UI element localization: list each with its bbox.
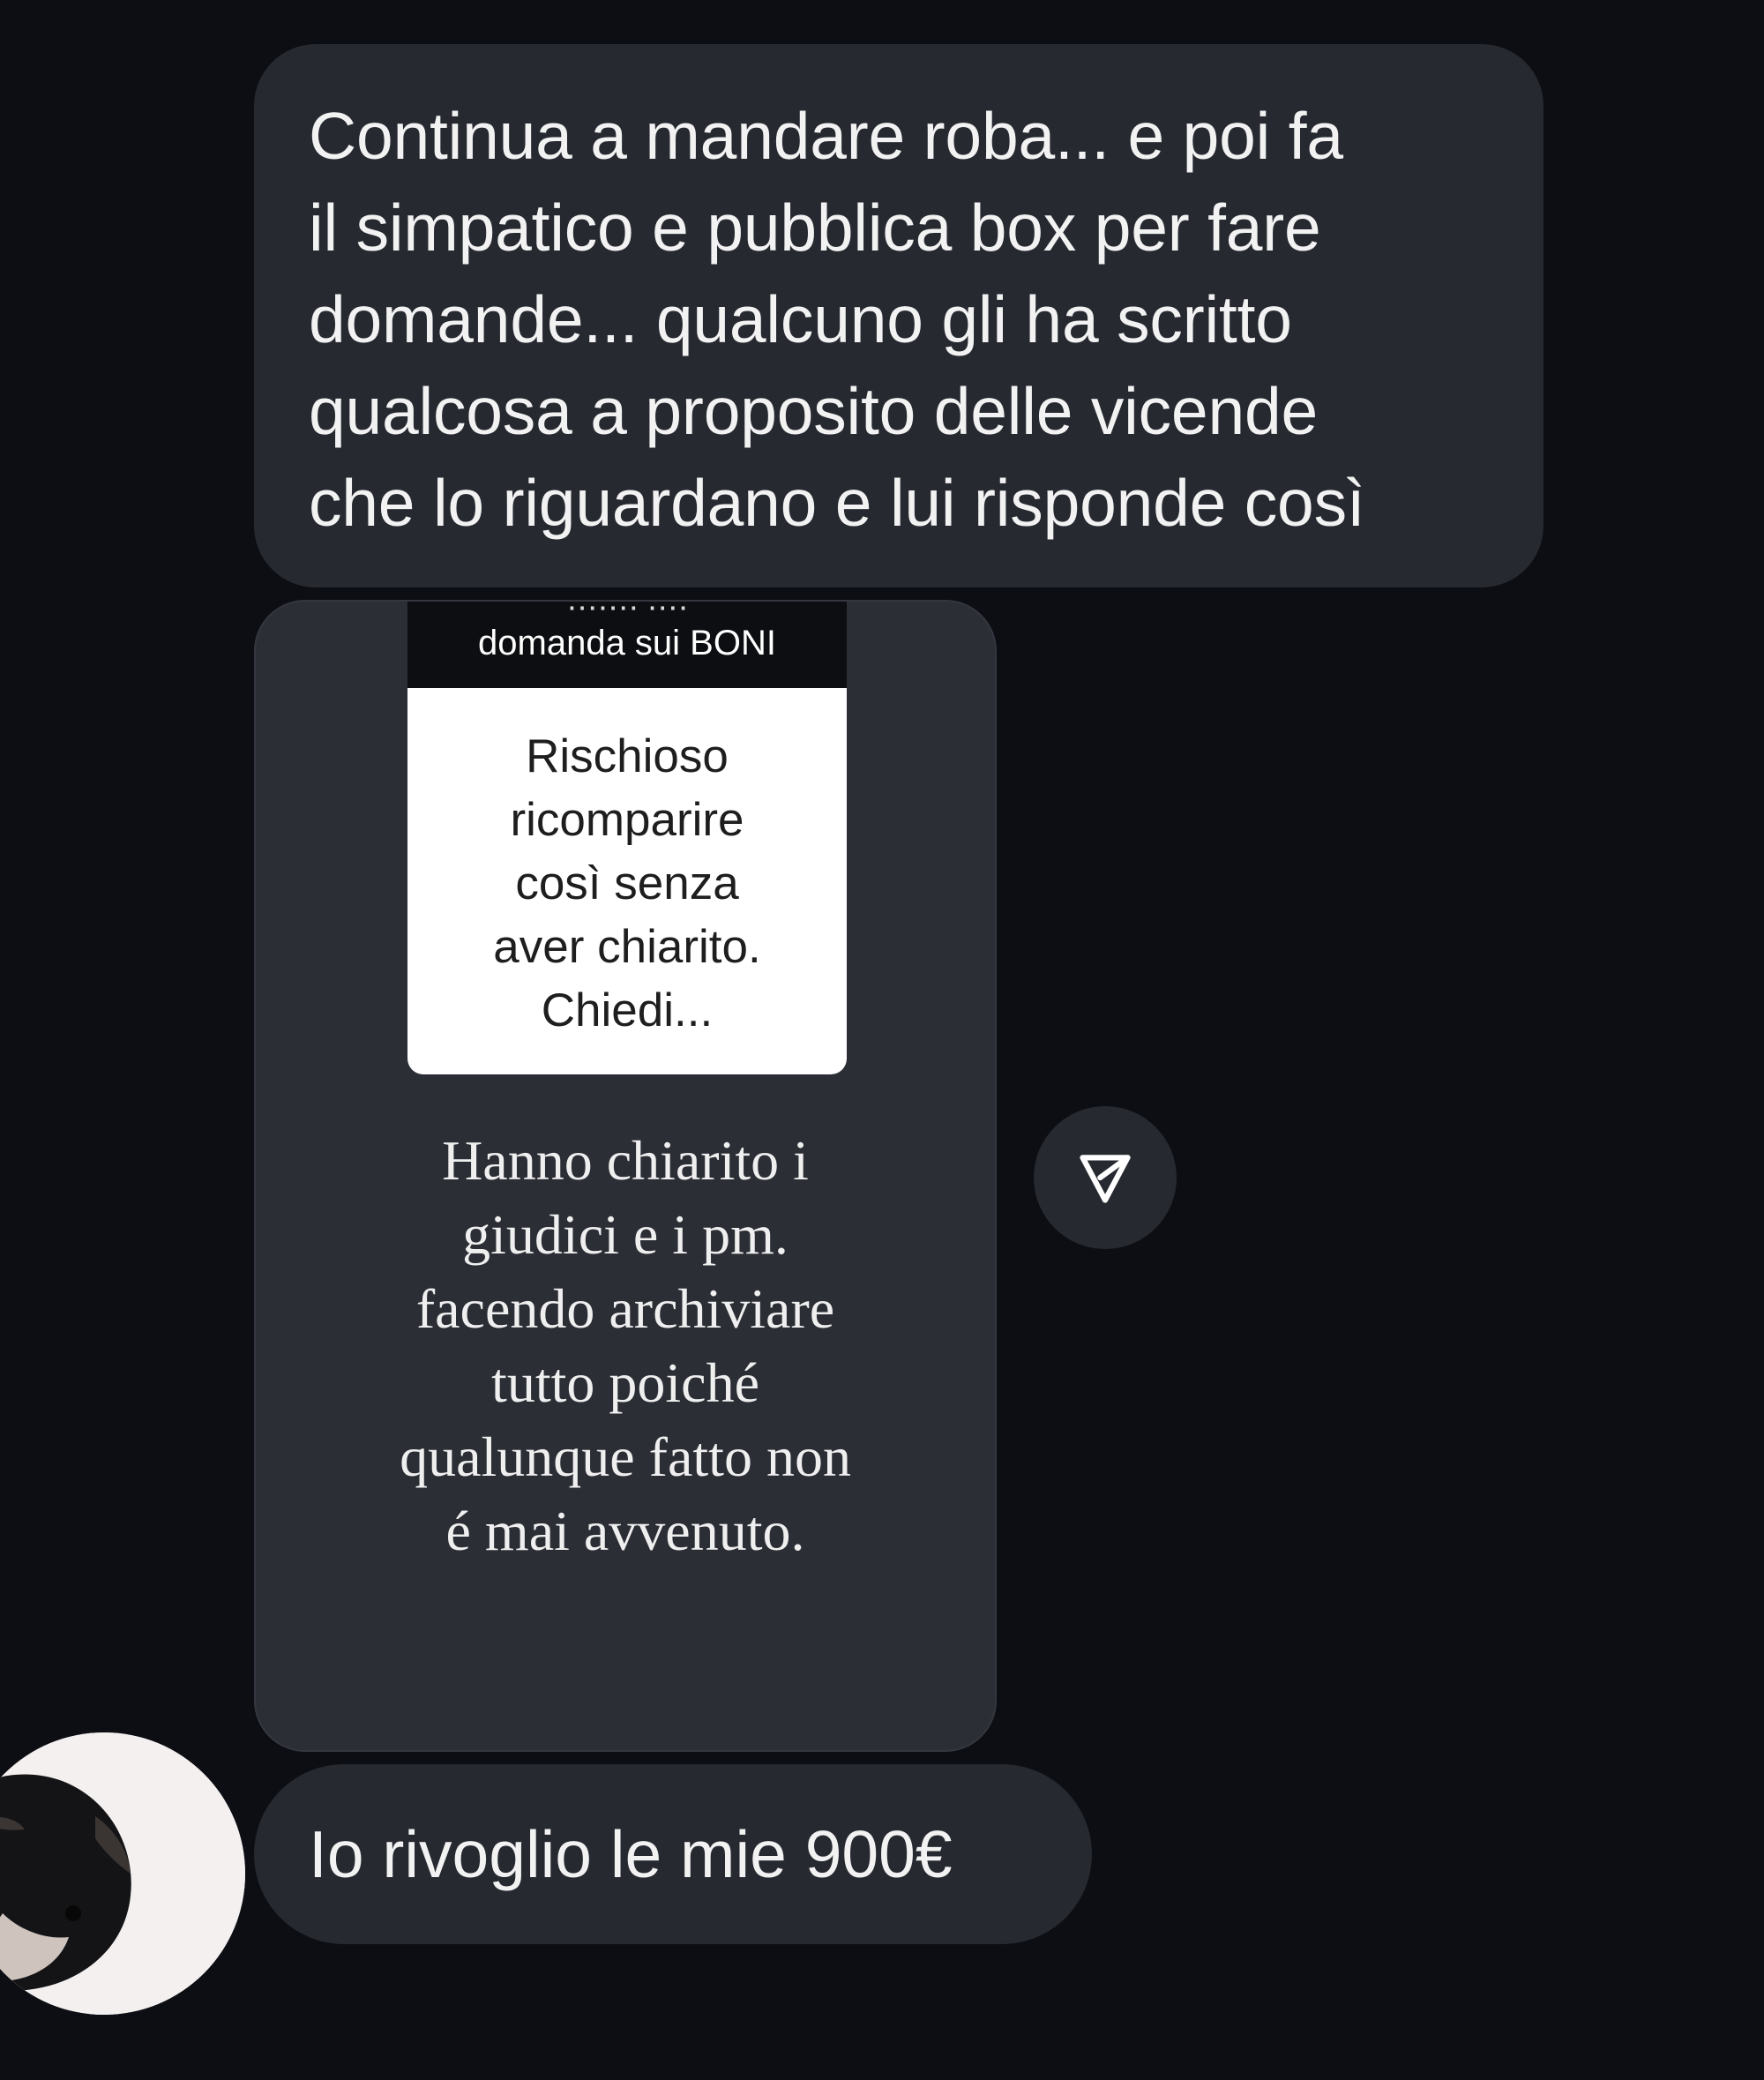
message-bubble-incoming-1[interactable]: Continua a mandare roba... e poi fa il s… [254,44,1544,587]
story-question-header: ······· ···· domanda sui BONI [407,602,847,688]
share-button[interactable] [1034,1106,1177,1249]
send-paper-plane-icon [1080,1155,1131,1203]
story-answer-text: Hanno chiarito i giudici e i pm. facendo… [400,1129,851,1562]
story-question-box: Rischioso ricomparire così senza aver ch… [407,688,847,1074]
message-bubble-incoming-2[interactable]: Io rivoglio le mie 900€ [254,1764,1092,1944]
guinea-pig-avatar-icon [0,1732,245,2015]
avatar[interactable] [0,1732,245,2015]
shared-story-card[interactable]: ······· ···· domanda sui BONI Rischioso … [254,600,997,1752]
story-header-label: domanda sui BONI [478,624,776,662]
story-header-cut-text: ······· ···· [407,602,847,612]
